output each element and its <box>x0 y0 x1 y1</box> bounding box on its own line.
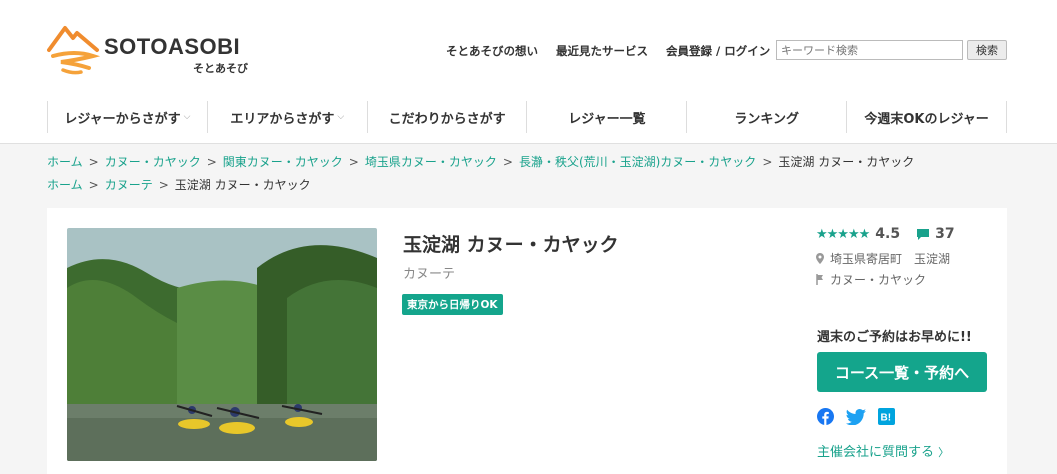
breadcrumb-link[interactable]: 埼玉県カヌー・カヤック <box>365 155 497 169</box>
breadcrumb-secondary: ホーム > カヌーテ > 玉淀湖 カヌー・カヤック <box>47 176 311 193</box>
breadcrumb-link[interactable]: 関東カヌー・カヤック <box>223 155 343 169</box>
share-buttons: B! <box>817 408 907 425</box>
nav-ranking[interactable]: ランキング <box>686 101 846 133</box>
hatena-bookmark-icon[interactable]: B! <box>878 408 895 425</box>
breadcrumb-separator: > <box>206 155 217 169</box>
booking-note: 週末のご予約はお早めに!! <box>817 330 972 345</box>
breadcrumb-link[interactable]: ホーム <box>47 155 83 169</box>
breadcrumb: ホーム > カヌー・カヤック > 関東カヌー・カヤック > 埼玉県カヌー・カヤック > 長瀞・秩… <box>47 153 914 170</box>
site-header: SOTOASOBI そとあそび そとあそびの想い 最近見たサービス 会員登録 /… <box>0 0 1057 144</box>
facebook-icon[interactable] <box>817 408 834 425</box>
breadcrumb-separator: > <box>502 155 513 169</box>
nav-area-label: エリアからさがす <box>230 111 335 127</box>
nav-ranking-label: ランキング <box>734 111 800 127</box>
listing-organizer[interactable]: カヌーテ <box>403 263 455 282</box>
svg-text:B!: B! <box>881 413 892 424</box>
star-rating-icon: ★★★★★ <box>816 226 870 242</box>
mountain-logo-icon <box>47 26 101 75</box>
breadcrumb-separator: > <box>158 178 169 192</box>
comment-icon <box>917 228 930 240</box>
logo-text: SOTOASOBI <box>104 34 241 59</box>
signup-login-link[interactable]: 会員登録 / ログイン <box>666 43 770 59</box>
nav-weekend-label: 今週末OKのレジャー <box>864 111 989 127</box>
listing-photo[interactable] <box>67 228 377 461</box>
main-nav: レジャーからさがす ⌵ エリアからさがす ⌵ こだわりからさがす レジャー一覧 ラン… <box>47 101 1007 133</box>
listing-card: 玉淀湖 カヌー・カヤック カヌーテ 東京から日帰りOK ★★★★★ 4.5 37… <box>47 208 1007 474</box>
twitter-icon[interactable] <box>846 408 866 425</box>
breadcrumb-separator: > <box>762 155 773 169</box>
map-pin-icon <box>816 253 824 264</box>
chevron-down-icon: ⌵ <box>337 112 345 122</box>
breadcrumb-separator: > <box>348 155 359 169</box>
category-row: カヌー・カヤック <box>816 271 926 288</box>
header-links: そとあそびの想い 最近見たサービス 会員登録 / ログイン <box>446 43 788 59</box>
nav-area[interactable]: エリアからさがす ⌵ <box>206 101 367 133</box>
breadcrumb-link[interactable]: カヌー・カヤック <box>105 155 201 169</box>
rating-summary: ★★★★★ 4.5 37 <box>816 226 955 242</box>
location-row: 埼玉県寄居町 玉淀湖 <box>816 250 950 267</box>
nav-list-label: レジャー一覧 <box>568 111 646 127</box>
day-trip-badge: 東京から日帰りOK <box>402 294 503 315</box>
nav-feature[interactable]: こだわりからさがす <box>366 101 527 133</box>
about-link[interactable]: そとあそびの想い <box>446 43 538 59</box>
breadcrumb-separator: > <box>88 155 99 169</box>
course-list-booking-button[interactable]: コース一覧・予約へ <box>817 352 987 392</box>
rating-value: 4.5 <box>875 226 901 242</box>
nav-leisure-label: レジャーからさがす <box>64 111 181 127</box>
flag-icon <box>816 274 823 285</box>
nav-leisure[interactable]: レジャーからさがす ⌵ <box>47 101 207 133</box>
ask-organizer-label: 主催会社に質問する <box>817 445 935 460</box>
nav-weekend[interactable]: 今週末OKのレジャー <box>846 101 1007 133</box>
search-button[interactable]: 検索 <box>967 40 1007 60</box>
recently-viewed-link[interactable]: 最近見たサービス <box>556 43 648 59</box>
breadcrumb-link[interactable]: ホーム <box>47 178 83 192</box>
nav-feature-label: こだわりからさがす <box>388 111 506 127</box>
location-text: 埼玉県寄居町 玉淀湖 <box>830 252 951 266</box>
nav-list[interactable]: レジャー一覧 <box>526 101 686 133</box>
breadcrumb-link[interactable]: 長瀞・秩父(荒川・玉淀湖)カヌー・カヤック <box>519 155 756 169</box>
chevron-right-icon: 〉 <box>938 446 950 459</box>
chevron-down-icon: ⌵ <box>183 112 191 122</box>
breadcrumb-current: 玉淀湖 カヌー・カヤック <box>778 155 915 169</box>
logo-subtext: そとあそび <box>193 62 248 75</box>
site-logo[interactable]: SOTOASOBI そとあそび <box>47 22 257 78</box>
listing-title: 玉淀湖 カヌー・カヤック <box>403 234 619 256</box>
lake-kayak-image <box>67 228 377 461</box>
ask-organizer-link[interactable]: 主催会社に質問する 〉 <box>817 441 949 460</box>
breadcrumb-link[interactable]: カヌーテ <box>105 178 153 192</box>
search-input[interactable] <box>776 40 963 60</box>
breadcrumb-current: 玉淀湖 カヌー・カヤック <box>174 178 311 192</box>
category-text[interactable]: カヌー・カヤック <box>830 271 926 288</box>
review-count: 37 <box>935 226 955 242</box>
breadcrumb-separator: > <box>88 178 99 192</box>
review-count-link[interactable]: 37 <box>916 226 955 242</box>
